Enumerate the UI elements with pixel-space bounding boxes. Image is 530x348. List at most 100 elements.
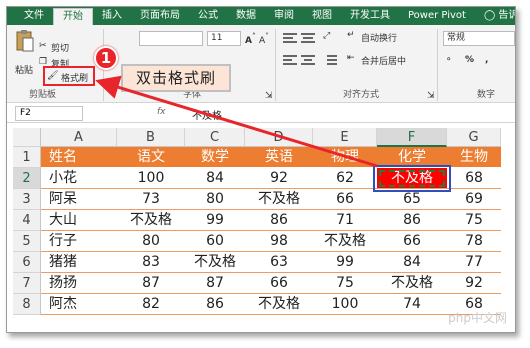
cell-f4[interactable]: 86 bbox=[377, 210, 447, 231]
row-header-2[interactable]: 2 bbox=[13, 168, 41, 189]
cell-d3[interactable]: 不及格 bbox=[245, 189, 313, 210]
header-cell-d[interactable]: 英语 bbox=[245, 147, 313, 168]
row-header-3[interactable]: 3 bbox=[13, 189, 41, 210]
merge-center-button[interactable]: 合并后居中 bbox=[361, 54, 406, 67]
cell-g4[interactable]: 75 bbox=[447, 210, 501, 231]
cell-f8[interactable]: 74 bbox=[377, 294, 447, 315]
cut-icon[interactable]: ✂ bbox=[39, 41, 47, 51]
wrap-text-icon[interactable]: ↵ bbox=[347, 30, 355, 40]
cell-b8[interactable]: 82 bbox=[117, 294, 185, 315]
column-header-c[interactable]: C bbox=[185, 128, 245, 147]
cell-e6[interactable]: 99 bbox=[313, 252, 377, 273]
tab-power-pivot[interactable]: Power Pivot bbox=[399, 8, 475, 25]
cell-e2[interactable]: 62 bbox=[313, 168, 377, 189]
grow-font-icon[interactable]: A˄ bbox=[245, 32, 256, 46]
row-header-6[interactable]: 6 bbox=[13, 252, 41, 273]
tab-data[interactable]: 数据 bbox=[227, 8, 265, 25]
cell-c5[interactable]: 60 bbox=[185, 231, 245, 252]
merge-center-icon[interactable]: ⇤ bbox=[347, 53, 355, 63]
cell-d5[interactable]: 98 bbox=[245, 231, 313, 252]
header-cell-c[interactable]: 数学 bbox=[185, 147, 245, 168]
cell-a8[interactable]: 阿杰 bbox=[41, 294, 117, 315]
name-box[interactable]: F2 bbox=[15, 106, 83, 121]
column-header-g[interactable]: G bbox=[447, 128, 501, 147]
cell-a7[interactable]: 扬扬 bbox=[41, 273, 117, 294]
tab-file[interactable]: 文件 bbox=[15, 8, 53, 25]
cell-f3[interactable]: 65 bbox=[377, 189, 447, 210]
cut-button[interactable]: 剪切 bbox=[51, 41, 69, 54]
tab-insert[interactable]: 插入 bbox=[93, 8, 131, 25]
alignment-dialog-launcher-icon[interactable]: ⇲ bbox=[427, 91, 435, 101]
cell-b6[interactable]: 83 bbox=[117, 252, 185, 273]
cell-e3[interactable]: 66 bbox=[313, 189, 377, 210]
tab-home[interactable]: 开始 bbox=[53, 8, 93, 25]
cell-d2[interactable]: 92 bbox=[245, 168, 313, 189]
tab-developer[interactable]: 开发工具 bbox=[341, 8, 399, 25]
cell-c4[interactable]: 99 bbox=[185, 210, 245, 231]
paste-button[interactable]: 粘贴 bbox=[15, 63, 33, 76]
cell-a5[interactable]: 行子 bbox=[41, 231, 117, 252]
cell-g6[interactable]: 77 bbox=[447, 252, 501, 273]
tab-view[interactable]: 视图 bbox=[303, 8, 341, 25]
cell-d6[interactable]: 63 bbox=[245, 252, 313, 273]
column-header-a[interactable]: A bbox=[41, 128, 117, 147]
header-cell-g[interactable]: 生物 bbox=[447, 147, 501, 168]
cell-e7[interactable]: 75 bbox=[313, 273, 377, 294]
font-size-dropdown[interactable]: 11 bbox=[207, 31, 241, 46]
cell-f5[interactable]: 66 bbox=[377, 231, 447, 252]
cell-a4[interactable]: 大山 bbox=[41, 210, 117, 231]
formula-input[interactable]: 不及格 bbox=[192, 107, 222, 122]
cell-d8[interactable]: 不及格 bbox=[245, 294, 313, 315]
cell-b5[interactable]: 80 bbox=[117, 231, 185, 252]
cell-g5[interactable]: 78 bbox=[447, 231, 501, 252]
comma-button[interactable]: , bbox=[485, 55, 488, 65]
tab-formulas[interactable]: 公式 bbox=[189, 8, 227, 25]
indent-icon[interactable] bbox=[323, 55, 337, 65]
cell-d7[interactable]: 66 bbox=[245, 273, 313, 294]
wrap-text-button[interactable]: 自动换行 bbox=[361, 31, 397, 44]
header-cell-e[interactable]: 物理 bbox=[313, 147, 377, 168]
cell-d4[interactable]: 86 bbox=[245, 210, 313, 231]
cell-e4[interactable]: 71 bbox=[313, 210, 377, 231]
cell-c7[interactable]: 87 bbox=[185, 273, 245, 294]
cell-a6[interactable]: 猪猪 bbox=[41, 252, 117, 273]
column-header-f[interactable]: F bbox=[377, 128, 447, 147]
font-name-dropdown[interactable] bbox=[139, 31, 203, 46]
cell-a3[interactable]: 阿呆 bbox=[41, 189, 117, 210]
cell-c2[interactable]: 84 bbox=[185, 168, 245, 189]
row-header-1[interactable]: 1 bbox=[13, 147, 41, 168]
cell-f7[interactable]: 不及格 bbox=[377, 273, 447, 294]
cell-c3[interactable]: 80 bbox=[185, 189, 245, 210]
cell-g3[interactable]: 69 bbox=[447, 189, 501, 210]
cell-b4[interactable]: 不及格 bbox=[117, 210, 185, 231]
cell-f6[interactable]: 84 bbox=[377, 252, 447, 273]
row-header-5[interactable]: 5 bbox=[13, 231, 41, 252]
cell-g7[interactable]: 92 bbox=[447, 273, 501, 294]
column-header-b[interactable]: B bbox=[117, 128, 185, 147]
paste-icon[interactable] bbox=[15, 29, 35, 53]
cell-e8[interactable]: 100 bbox=[313, 294, 377, 315]
row-header-4[interactable]: 4 bbox=[13, 210, 41, 231]
tab-review[interactable]: 审阅 bbox=[265, 8, 303, 25]
row-header-8[interactable]: 8 bbox=[13, 294, 41, 315]
cell-b3[interactable]: 73 bbox=[117, 189, 185, 210]
header-cell-a[interactable]: 姓名 bbox=[41, 147, 117, 168]
row-header-7[interactable]: 7 bbox=[13, 273, 41, 294]
align-middle-icon[interactable] bbox=[301, 33, 315, 43]
tell-me-search[interactable]: ◯ 告诉我你想 bbox=[475, 8, 515, 25]
number-format-dropdown[interactable]: 常规 bbox=[443, 31, 515, 46]
font-dialog-launcher-icon[interactable]: ⇲ bbox=[265, 91, 273, 101]
cell-a2[interactable]: 小花 bbox=[41, 168, 117, 189]
cell-c6[interactable]: 不及格 bbox=[185, 252, 245, 273]
align-top-icon[interactable] bbox=[283, 33, 297, 43]
cell-b7[interactable]: 87 bbox=[117, 273, 185, 294]
shrink-font-icon[interactable]: A˅ bbox=[259, 32, 269, 46]
currency-icon[interactable]: ⚬ bbox=[445, 55, 453, 65]
format-painter-button[interactable]: 格式刷 bbox=[61, 71, 88, 84]
column-header-e[interactable]: E bbox=[313, 128, 377, 147]
column-header-d[interactable]: D bbox=[245, 128, 313, 147]
select-all-corner[interactable] bbox=[13, 128, 41, 147]
format-painter-icon[interactable]: 🖌 bbox=[47, 71, 58, 81]
header-cell-b[interactable]: 语文 bbox=[117, 147, 185, 168]
percent-button[interactable]: % bbox=[465, 55, 474, 65]
